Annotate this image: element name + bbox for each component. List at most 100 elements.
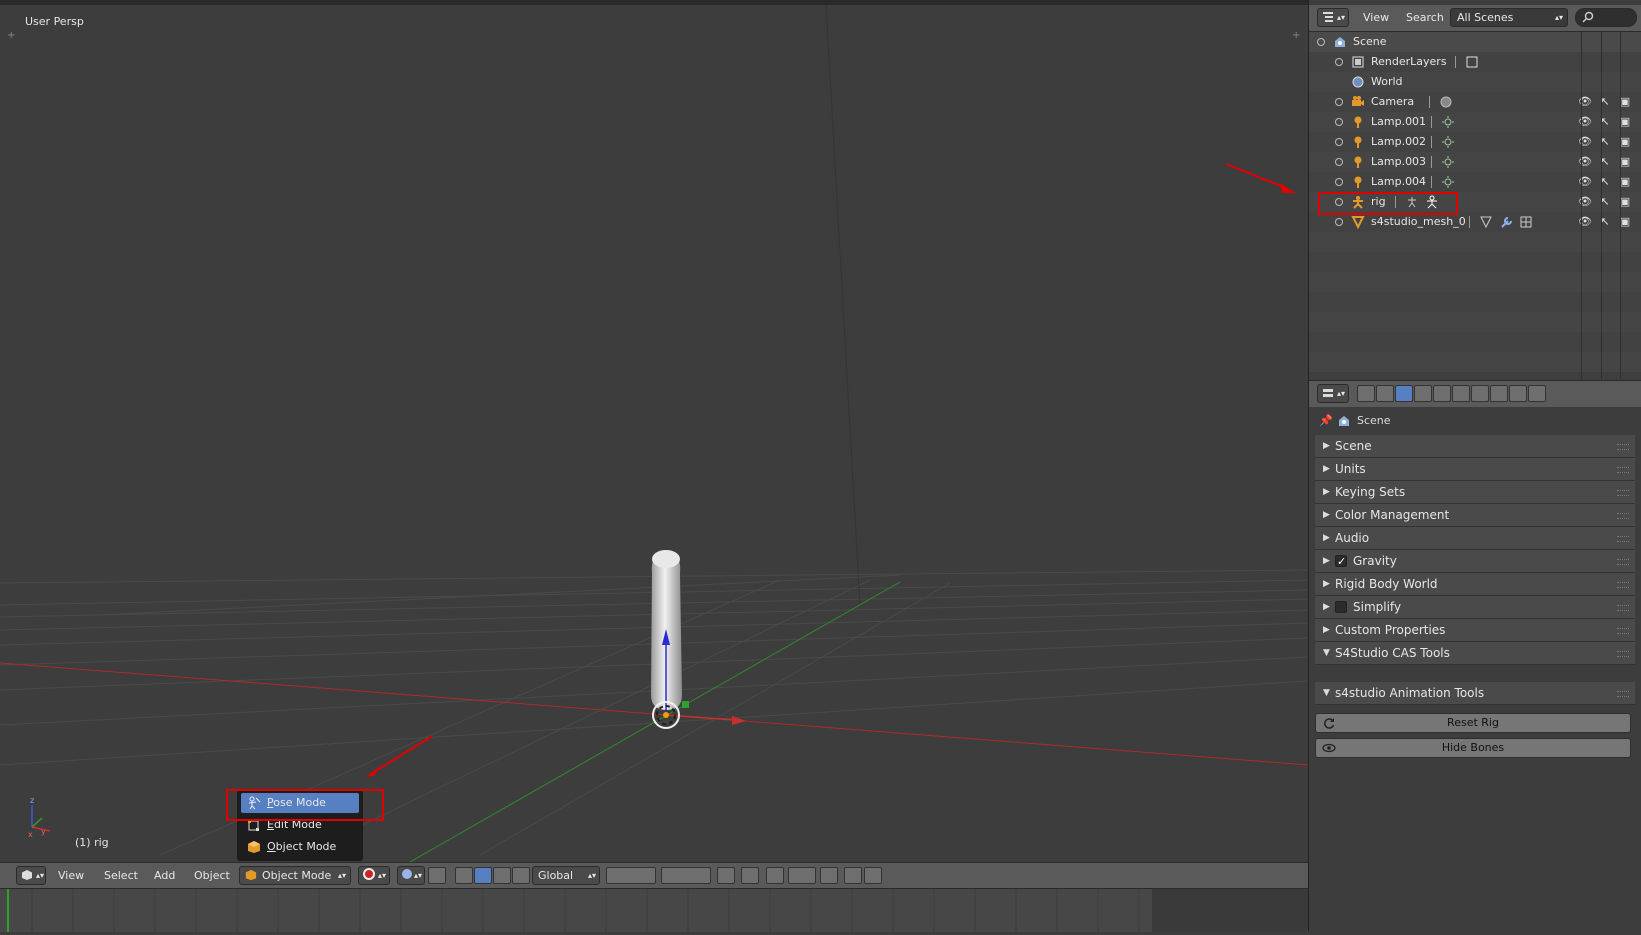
disclosure-right-icon: ▶ [1323, 441, 1330, 451]
panel-s4studio-animation-tools[interactable]: ▼ s4studio Animation Tools [1315, 682, 1635, 705]
snap-toggle-button[interactable] [766, 867, 784, 884]
rotate-manipulator-button[interactable] [493, 867, 511, 884]
corner-marker-right[interactable]: + [1292, 30, 1300, 41]
tab-bone-icon[interactable] [1490, 385, 1508, 402]
menu-select[interactable]: Select [102, 867, 140, 885]
tab-data-icon[interactable] [1471, 385, 1489, 402]
corner-marker-left[interactable]: + [7, 30, 15, 41]
panel-grip-icon[interactable] [1617, 490, 1629, 496]
transform-orientation-selector[interactable]: Global ▴▾ [532, 866, 600, 885]
outliner-row-lamp-003[interactable]: Lamp.003 👁 ↖ ▣ [1309, 152, 1641, 172]
panel-grip-icon[interactable] [1617, 559, 1629, 565]
expand-icon[interactable] [1335, 118, 1343, 126]
expand-icon[interactable] [1335, 58, 1343, 66]
outliner-editor-type-selector[interactable]: ▴▾ [1317, 8, 1349, 27]
orientation-label: Global [538, 869, 574, 882]
properties-editor-type-selector[interactable]: ▴▾ [1317, 384, 1349, 403]
render-animation-button[interactable] [864, 867, 882, 884]
3d-viewport[interactable]: z y x + + User Persp [0, 5, 1308, 862]
panel-simplify[interactable]: ▶ Simplify [1315, 596, 1635, 619]
tab-renderlayers-icon[interactable] [1376, 385, 1394, 402]
tab-modifier-icon[interactable] [1528, 385, 1546, 402]
timeline-area[interactable] [0, 888, 1308, 932]
outliner-row-s4studio-mesh[interactable]: s4studio_mesh_0 👁 ↖ ▣ [1309, 212, 1641, 232]
tab-world-icon[interactable] [1414, 385, 1432, 402]
panel-audio[interactable]: ▶ Audio [1315, 527, 1635, 550]
manipulator-toggle-button[interactable] [455, 867, 473, 884]
outliner-menu-search[interactable]: Search [1404, 9, 1446, 27]
lock-layer-button[interactable] [717, 867, 735, 884]
outliner-row-scene[interactable]: Scene [1309, 32, 1641, 52]
simplify-checkbox[interactable] [1335, 601, 1347, 613]
panel-grip-icon[interactable] [1617, 536, 1629, 542]
editor-type-selector[interactable]: ▴▾ [16, 866, 46, 885]
snap-target-button[interactable] [820, 867, 838, 884]
outliner-search-input[interactable] [1575, 8, 1637, 27]
panel-label: S4Studio CAS Tools [1335, 646, 1450, 660]
panel-units[interactable]: ▶ Units [1315, 458, 1635, 481]
tab-texture-icon[interactable] [1509, 385, 1527, 402]
layers-group-1[interactable] [606, 867, 656, 884]
gravity-checkbox[interactable] [1335, 551, 1347, 573]
outliner-row-label: World [1371, 75, 1403, 88]
svg-text:x: x [28, 830, 33, 839]
expand-icon[interactable] [1335, 138, 1343, 146]
menu-object[interactable]: Object [192, 867, 232, 885]
properties-header: ▴▾ [1309, 380, 1641, 408]
expand-icon[interactable] [1335, 218, 1343, 226]
outliner-row-camera[interactable]: Camera 👁 ↖ ▣ [1309, 92, 1641, 112]
panel-grip-icon[interactable] [1617, 513, 1629, 519]
properties-panel: 📌 Scene ▶ Scene ▶ Units ▶ Keying Sets ▶ Colo… [1309, 407, 1641, 931]
outliner-row-lamp-004[interactable]: Lamp.004 👁 ↖ ▣ [1309, 172, 1641, 192]
panel-color-management[interactable]: ▶ Color Management [1315, 504, 1635, 527]
proportional-edit-button[interactable] [741, 867, 759, 884]
menu-item-object-mode[interactable]: Object Mode [241, 837, 359, 857]
collapse-icon[interactable] [1317, 38, 1325, 46]
reset-rig-button[interactable]: Reset Rig [1315, 713, 1631, 733]
mode-selector[interactable]: Object Mode ▴▾ [239, 866, 351, 885]
pin-icon[interactable]: 📌 [1319, 411, 1333, 431]
panel-scene[interactable]: ▶ Scene [1315, 435, 1635, 458]
outliner-row-world[interactable]: World [1309, 72, 1641, 92]
tab-scene-icon[interactable] [1395, 385, 1413, 402]
scale-manipulator-button[interactable] [512, 867, 530, 884]
outliner-row-renderlayers[interactable]: RenderLayers [1309, 52, 1641, 72]
viewport-shading-selector[interactable]: ▴▾ [358, 866, 390, 885]
panel-grip-icon[interactable] [1617, 582, 1629, 588]
timeline-grid [7, 889, 1308, 932]
panel-s4studio-cas-tools[interactable]: ▼ S4Studio CAS Tools [1315, 642, 1635, 665]
layers-group-2[interactable] [661, 867, 711, 884]
outliner-row-label: Lamp.001 [1371, 115, 1427, 128]
outliner-row-lamp-001[interactable]: Lamp.001 👁 ↖ ▣ [1309, 112, 1641, 132]
render-opengl-button[interactable] [844, 867, 862, 884]
chevron-updown-icon: ▴▾ [413, 871, 422, 880]
tab-constraints-icon[interactable] [1452, 385, 1470, 402]
panel-custom-properties[interactable]: ▶ Custom Properties [1315, 619, 1635, 642]
panel-grip-icon[interactable] [1617, 628, 1629, 634]
tab-object-icon[interactable] [1433, 385, 1451, 402]
display-mode-selector[interactable]: All Scenes ▴▾ [1450, 8, 1568, 27]
panel-keying-sets[interactable]: ▶ Keying Sets [1315, 481, 1635, 504]
panel-grip-icon[interactable] [1617, 605, 1629, 611]
tab-render-icon[interactable] [1357, 385, 1375, 402]
panel-rigid-body-world[interactable]: ▶ Rigid Body World [1315, 573, 1635, 596]
panel-grip-icon[interactable] [1617, 691, 1629, 697]
menu-item-label: Object Mode [267, 840, 337, 853]
panel-grip-icon[interactable] [1617, 651, 1629, 657]
menu-add[interactable]: Add [152, 867, 177, 885]
outliner-row-lamp-002[interactable]: Lamp.002 👁 ↖ ▣ [1309, 132, 1641, 152]
panel-gravity[interactable]: ▶ Gravity [1315, 550, 1635, 573]
snap-element-selector[interactable] [788, 867, 816, 884]
menu-view[interactable]: View [56, 867, 86, 885]
limit-selection-button[interactable] [428, 867, 446, 884]
hide-bones-button[interactable]: Hide Bones [1315, 738, 1631, 758]
translate-manipulator-button[interactable] [474, 867, 492, 884]
eye-icon [1322, 743, 1336, 753]
expand-icon[interactable] [1335, 158, 1343, 166]
pivot-selector[interactable]: ▴▾ [397, 866, 425, 885]
panel-grip-icon[interactable] [1617, 444, 1629, 450]
expand-icon[interactable] [1335, 178, 1343, 186]
panel-grip-icon[interactable] [1617, 467, 1629, 473]
outliner-menu-view[interactable]: View [1361, 9, 1391, 27]
expand-icon[interactable] [1335, 98, 1343, 106]
